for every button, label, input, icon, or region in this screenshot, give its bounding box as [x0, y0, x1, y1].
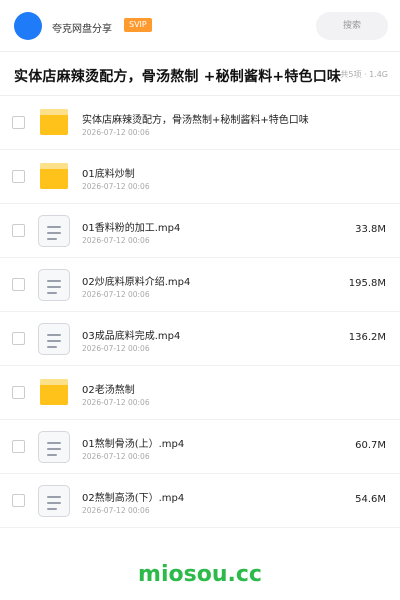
file-date: 2026-07-12 00:06 [82, 236, 150, 245]
page-title: 实体店麻辣烫配方，骨汤熬制 +秘制酱料+特色口味 [14, 69, 342, 85]
file-size: 33.8M [355, 224, 386, 235]
row-checkbox[interactable] [12, 278, 25, 291]
file-date: 2026-07-12 00:06 [82, 344, 150, 353]
file-date: 2026-07-12 00:06 [82, 290, 150, 299]
folder-icon [38, 377, 70, 409]
file-row[interactable]: 01底料炒制 2026-07-12 00:06 [0, 150, 400, 204]
file-size: 60.7M [355, 440, 386, 451]
file-name: 02老汤熬制 [82, 385, 135, 396]
file-size: 136.2M [348, 332, 386, 343]
document-icon [38, 485, 70, 517]
file-name: 03成品底料完成.mp4 [82, 331, 181, 342]
row-checkbox[interactable] [12, 224, 25, 237]
title-bar: 共5项 · 1.4G 实体店麻辣烫配方，骨汤熬制 +秘制酱料+特色口味 [0, 52, 400, 96]
file-name: 01香料粉的加工.mp4 [82, 223, 181, 234]
folder-icon [38, 161, 70, 193]
file-row[interactable]: 01熬制骨汤(上）.mp4 2026-07-12 00:06 60.7M [0, 420, 400, 474]
row-checkbox[interactable] [12, 386, 25, 399]
file-row[interactable]: 02老汤熬制 2026-07-12 00:06 [0, 366, 400, 420]
share-meta: 共5项 · 1.4G [340, 70, 388, 79]
file-size: 195.8M [348, 278, 386, 289]
svip-badge: SVIP [124, 18, 152, 32]
row-checkbox[interactable] [12, 170, 25, 183]
row-checkbox[interactable] [12, 440, 25, 453]
file-name: 实体店麻辣烫配方，骨汤熬制+秘制酱料+特色口味 [82, 115, 309, 126]
file-date: 2026-07-12 00:06 [82, 128, 150, 137]
file-date: 2026-07-12 00:06 [82, 398, 150, 407]
file-row[interactable]: 03成品底料完成.mp4 2026-07-12 00:06 136.2M [0, 312, 400, 366]
app-header: 夸克网盘分享 SVIP [0, 0, 400, 52]
file-list: 实体店麻辣烫配方，骨汤熬制+秘制酱料+特色口味 2026-07-12 00:06… [0, 96, 400, 528]
file-row[interactable]: 01香料粉的加工.mp4 2026-07-12 00:06 33.8M [0, 204, 400, 258]
file-name: 01底料炒制 [82, 169, 135, 180]
search-input[interactable] [316, 12, 388, 40]
account-name: 夸克网盘分享 [52, 24, 112, 35]
file-date: 2026-07-12 00:06 [82, 452, 150, 461]
row-checkbox[interactable] [12, 332, 25, 345]
document-icon [38, 269, 70, 301]
document-icon [38, 323, 70, 355]
file-size: 54.6M [355, 494, 386, 505]
file-name: 02熬制高汤(下）.mp4 [82, 493, 185, 504]
file-row[interactable]: 02炒底料原料介绍.mp4 2026-07-12 00:06 195.8M [0, 258, 400, 312]
file-name: 01熬制骨汤(上）.mp4 [82, 439, 185, 450]
file-name: 02炒底料原料介绍.mp4 [82, 277, 191, 288]
folder-icon [38, 107, 70, 139]
document-icon [38, 215, 70, 247]
document-icon [38, 431, 70, 463]
file-row[interactable]: 实体店麻辣烫配方，骨汤熬制+秘制酱料+特色口味 2026-07-12 00:06 [0, 96, 400, 150]
row-checkbox[interactable] [12, 116, 25, 129]
row-checkbox[interactable] [12, 494, 25, 507]
file-date: 2026-07-12 00:06 [82, 506, 150, 515]
avatar[interactable] [14, 12, 42, 40]
file-row[interactable]: 02熬制高汤(下）.mp4 2026-07-12 00:06 54.6M [0, 474, 400, 528]
site-watermark: miosou.cc [138, 562, 262, 587]
file-date: 2026-07-12 00:06 [82, 182, 150, 191]
